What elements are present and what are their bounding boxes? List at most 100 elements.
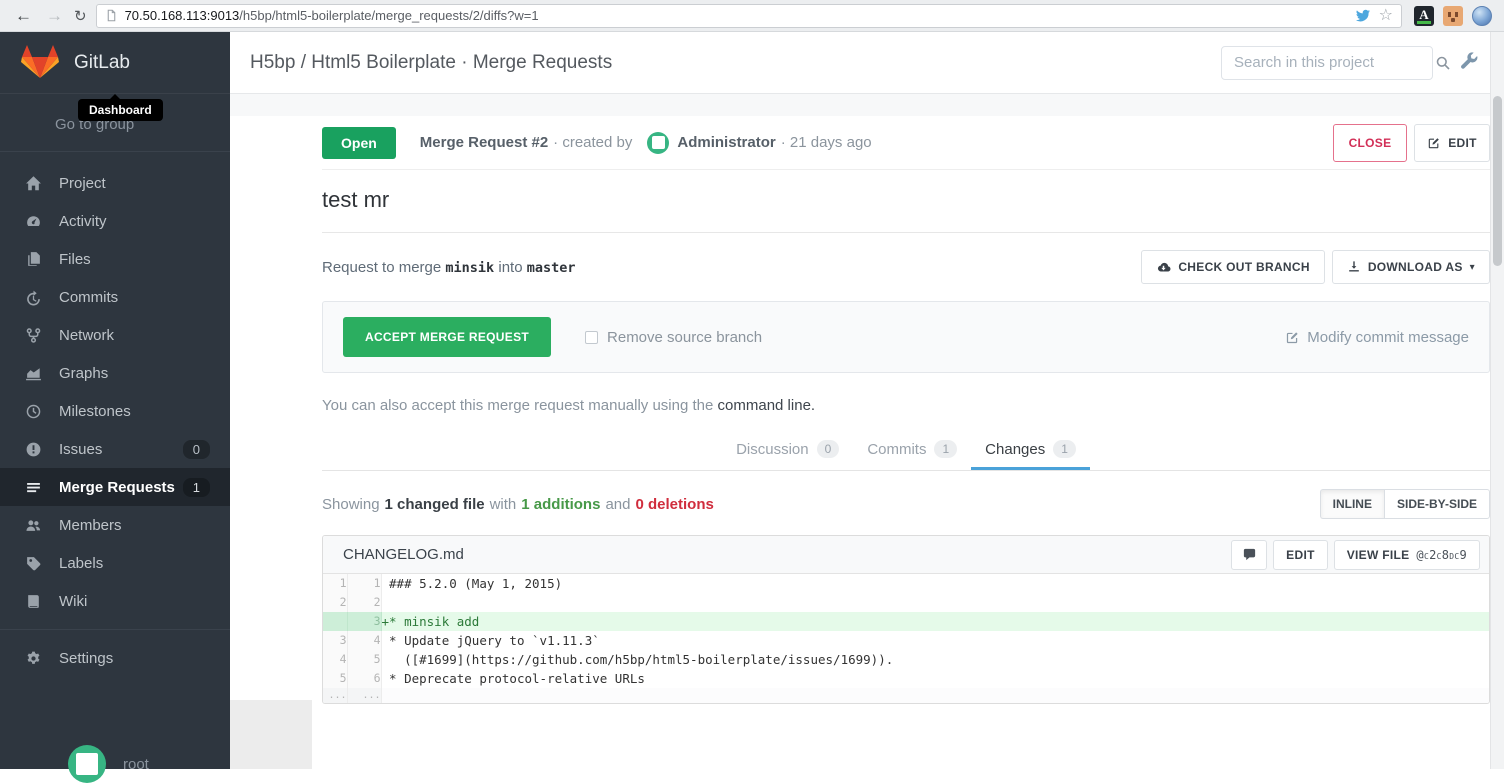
extension-globe-icon[interactable] bbox=[1472, 6, 1492, 26]
issues-icon bbox=[25, 441, 42, 458]
mr-tabs: Discussion0Commits1Changes1 bbox=[322, 430, 1490, 471]
mr-author[interactable]: Administrator bbox=[677, 134, 775, 151]
old-line-number[interactable] bbox=[323, 612, 347, 631]
diff-edit-button[interactable]: EDIT bbox=[1273, 540, 1328, 570]
old-line-number[interactable]: 3 bbox=[323, 631, 347, 650]
brand-label: GitLab bbox=[74, 52, 130, 74]
main-content: Open Merge Request #2 · created by Admin… bbox=[230, 94, 1490, 769]
members-icon bbox=[25, 517, 42, 534]
diff-line-content: ([#1699](https://github.com/h5bp/html5-b… bbox=[381, 650, 1489, 669]
mr-meta-title: Merge Request #2 bbox=[420, 134, 548, 151]
side-by-side-view-button[interactable]: SIDE-BY-SIDE bbox=[1384, 489, 1490, 519]
stats-changed-files: 1 changed file bbox=[385, 496, 485, 513]
sidebar-header[interactable]: GitLab bbox=[0, 32, 230, 94]
sidebar-item-labels[interactable]: Labels bbox=[0, 544, 230, 582]
diff-row: 45 ([#1699](https://github.com/h5bp/html… bbox=[323, 650, 1489, 669]
sidebar-item-members[interactable]: Members bbox=[0, 506, 230, 544]
toggle-comments-button[interactable] bbox=[1231, 540, 1267, 570]
activity-icon bbox=[25, 213, 42, 230]
sidebar-item-network[interactable]: Network bbox=[0, 316, 230, 354]
browser-refresh-icon[interactable]: ↻ bbox=[74, 7, 87, 25]
edit-button[interactable]: EDIT bbox=[1414, 124, 1490, 162]
sidebar-item-commits[interactable]: Commits bbox=[0, 278, 230, 316]
stats-deletions: 0 deletions bbox=[635, 496, 713, 513]
sidebar-item-label: Labels bbox=[59, 555, 103, 572]
sidebar-item-activity[interactable]: Activity bbox=[0, 202, 230, 240]
diff-line-content: * Deprecate protocol-relative URLs bbox=[381, 669, 1489, 688]
command-line-link[interactable]: command line. bbox=[718, 397, 816, 414]
corner-patch bbox=[230, 700, 312, 769]
new-line-number[interactable]: 1 bbox=[347, 574, 381, 593]
sidebar-item-graphs[interactable]: Graphs bbox=[0, 354, 230, 392]
old-line-number[interactable]: 4 bbox=[323, 650, 347, 669]
bookmark-star-icon[interactable]: ☆ bbox=[1379, 8, 1393, 24]
browser-back-icon[interactable]: ← bbox=[15, 7, 32, 24]
sidebar-item-milestones[interactable]: Milestones bbox=[0, 392, 230, 430]
commits-icon bbox=[25, 289, 42, 306]
page-scrollbar[interactable] bbox=[1490, 32, 1504, 769]
sidebar-item-label: Settings bbox=[59, 650, 113, 667]
tab-changes[interactable]: Changes1 bbox=[971, 430, 1090, 470]
network-icon bbox=[25, 327, 42, 344]
sidebar-item-wiki[interactable]: Wiki bbox=[0, 582, 230, 620]
target-branch[interactable]: master bbox=[527, 260, 576, 276]
home-icon bbox=[25, 175, 42, 192]
source-branch[interactable]: minsik bbox=[445, 260, 494, 276]
new-line-number[interactable]: 3 bbox=[347, 612, 381, 631]
sidebar-user[interactable]: root bbox=[68, 745, 149, 783]
new-line-number[interactable]: ... bbox=[347, 688, 381, 703]
sidebar-item-label: Project bbox=[59, 175, 106, 192]
remove-source-branch-checkbox[interactable] bbox=[585, 331, 598, 344]
inline-view-button[interactable]: INLINE bbox=[1320, 489, 1384, 519]
browser-forward-icon[interactable]: → bbox=[46, 7, 63, 24]
old-line-number[interactable]: ... bbox=[323, 688, 347, 703]
diff-file-name[interactable]: CHANGELOG.md bbox=[343, 546, 464, 563]
twitter-icon[interactable] bbox=[1355, 8, 1371, 24]
extension-a-icon[interactable]: A bbox=[1414, 6, 1434, 26]
address-bar[interactable]: 70.50.168.113:9013/h5bp/html5-boilerplat… bbox=[96, 4, 1402, 28]
checkout-branch-button[interactable]: CHECK OUT BRANCH bbox=[1141, 250, 1324, 284]
edit-pencil-icon bbox=[1427, 136, 1441, 150]
url-path: /h5bp/html5-boilerplate/merge_requests/2… bbox=[239, 8, 538, 23]
remove-source-branch-option[interactable]: Remove source branch bbox=[585, 329, 762, 346]
sidebar-item-files[interactable]: Files bbox=[0, 240, 230, 278]
url-host: 70.50.168.113:9013 bbox=[125, 8, 240, 23]
search-icon[interactable] bbox=[1435, 55, 1451, 71]
sidebar-item-label: Merge Requests bbox=[59, 479, 175, 496]
scrollbar-thumb[interactable] bbox=[1493, 96, 1502, 266]
browser-chrome: ← → ↻ 70.50.168.113:9013/h5bp/html5-boil… bbox=[0, 0, 1504, 32]
close-button[interactable]: CLOSE bbox=[1333, 124, 1407, 162]
files-icon bbox=[25, 251, 42, 268]
new-line-number[interactable]: 5 bbox=[347, 650, 381, 669]
sidebar-item-project[interactable]: Project bbox=[0, 164, 230, 202]
extension-face-icon[interactable] bbox=[1443, 6, 1463, 26]
old-line-number[interactable]: 1 bbox=[323, 574, 347, 593]
diff-line-content bbox=[381, 688, 1489, 703]
tab-discussion[interactable]: Discussion0 bbox=[722, 430, 853, 470]
author-avatar[interactable] bbox=[647, 132, 669, 154]
old-line-number[interactable]: 5 bbox=[323, 669, 347, 688]
new-line-number[interactable]: 6 bbox=[347, 669, 381, 688]
view-file-button[interactable]: VIEW FILE @c2c8dc9 bbox=[1334, 540, 1480, 570]
accept-widget: ACCEPT MERGE REQUEST Remove source branc… bbox=[322, 301, 1490, 373]
admin-wrench-icon[interactable] bbox=[1459, 52, 1480, 73]
request-infix: into bbox=[498, 259, 522, 276]
accept-merge-request-button[interactable]: ACCEPT MERGE REQUEST bbox=[343, 317, 551, 357]
new-line-number[interactable]: 4 bbox=[347, 631, 381, 650]
diff-row: 34 * Update jQuery to `v1.11.3` bbox=[323, 631, 1489, 650]
sidebar-item-label: Milestones bbox=[59, 403, 131, 420]
sidebar-item-merge-requests[interactable]: Merge Requests1 bbox=[0, 468, 230, 506]
tab-count-badge: 1 bbox=[1053, 440, 1076, 458]
search-input[interactable] bbox=[1232, 53, 1435, 72]
mr-state-badge[interactable]: Open bbox=[322, 127, 396, 159]
new-line-number[interactable]: 2 bbox=[347, 593, 381, 612]
manual-merge-note: You can also accept this merge request m… bbox=[322, 397, 1490, 414]
comment-bubble-icon bbox=[1242, 547, 1257, 562]
sidebar-item-issues[interactable]: Issues0 bbox=[0, 430, 230, 468]
wiki-icon bbox=[25, 593, 42, 610]
tab-commits[interactable]: Commits1 bbox=[853, 430, 971, 470]
old-line-number[interactable]: 2 bbox=[323, 593, 347, 612]
modify-commit-message-link[interactable]: Modify commit message bbox=[1285, 329, 1469, 346]
sidebar-item-settings[interactable]: Settings bbox=[0, 639, 230, 677]
download-as-button[interactable]: DOWNLOAD AS ▾ bbox=[1332, 250, 1490, 284]
